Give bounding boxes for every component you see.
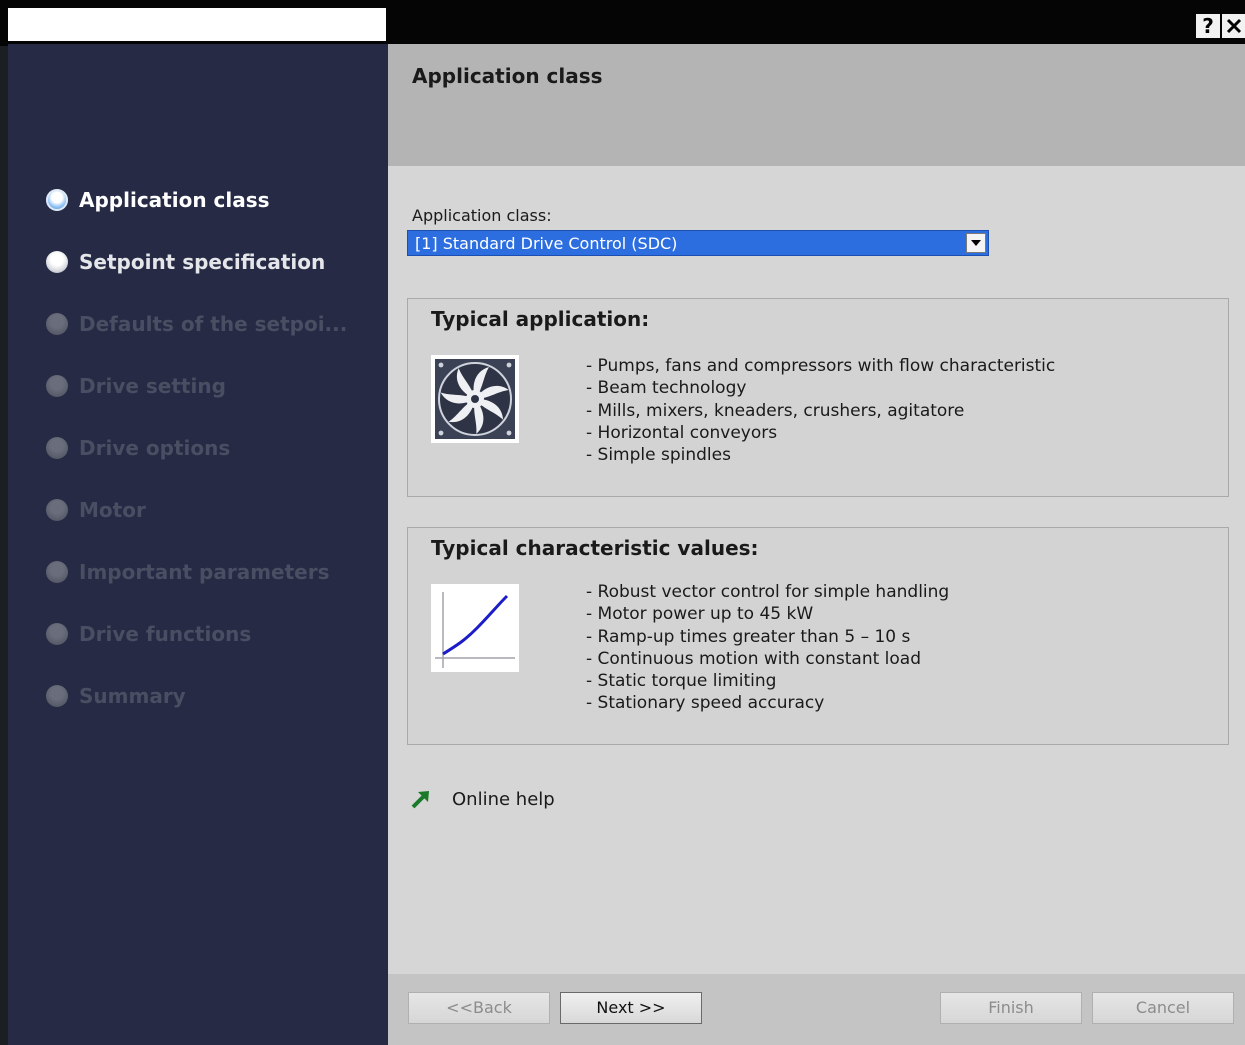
step-disabled-bullet-icon bbox=[46, 313, 68, 335]
step-disabled-bullet-icon bbox=[46, 561, 68, 583]
typical-application-list: - Pumps, fans and compressors with flow … bbox=[586, 355, 1055, 466]
step-label: Motor bbox=[79, 498, 146, 522]
list-item: - Beam technology bbox=[586, 378, 747, 399]
window-title: Commissioning Wizard - (Online) bbox=[18, 14, 324, 35]
step-bullet-icon bbox=[46, 251, 68, 273]
application-class-select[interactable]: [1] Standard Drive Control (SDC) bbox=[407, 230, 989, 256]
fan-icon-graphic bbox=[435, 359, 515, 439]
cancel-button[interactable]: Cancel bbox=[1092, 992, 1234, 1024]
list-item: - Ramp-up times greater than 5 – 10 s bbox=[586, 626, 911, 647]
list-item: - Stationary speed accuracy bbox=[586, 693, 825, 714]
application-class-label: Application class: bbox=[412, 206, 552, 225]
characteristic-curve-graphic bbox=[435, 592, 515, 668]
step-label: Drive setting bbox=[79, 374, 226, 398]
step-disabled-bullet-icon bbox=[46, 375, 68, 397]
step-drive-setting: Drive setting bbox=[46, 368, 226, 404]
step-application-class[interactable]: Application class bbox=[46, 182, 270, 218]
step-summary: Summary bbox=[46, 678, 186, 714]
step-important-parameters: Important parameters bbox=[46, 554, 330, 590]
list-item: - Horizontal conveyors bbox=[586, 422, 778, 443]
finish-button[interactable]: Finish bbox=[940, 992, 1082, 1024]
page-header: Application class bbox=[388, 44, 1245, 166]
green-arrow-icon bbox=[411, 791, 429, 809]
back-button[interactable]: <<Back bbox=[408, 992, 550, 1024]
step-disabled-bullet-icon bbox=[46, 499, 68, 521]
close-icon bbox=[1226, 18, 1242, 34]
typical-values-list: - Robust vector control for simple handl… bbox=[586, 581, 949, 715]
list-item: - Robust vector control for simple handl… bbox=[586, 582, 950, 602]
step-disabled-bullet-icon bbox=[46, 685, 68, 707]
step-label: Drive functions bbox=[79, 622, 252, 646]
list-item: - Static torque limiting bbox=[586, 671, 777, 692]
list-item: - Motor power up to 45 kW bbox=[586, 604, 814, 625]
online-help-link[interactable]: Online help bbox=[410, 788, 555, 810]
application-class-value: [1] Standard Drive Control (SDC) bbox=[415, 234, 678, 253]
help-button[interactable]: ? bbox=[1196, 14, 1220, 38]
main-panel: Application class Application class: [1]… bbox=[388, 44, 1245, 1045]
step-label: Application class bbox=[79, 188, 270, 212]
step-label: Summary bbox=[79, 684, 186, 708]
list-item: - Pumps, fans and compressors with flow … bbox=[586, 356, 1056, 376]
step-disabled-bullet-icon bbox=[46, 623, 68, 645]
group-title: Typical characteristic values: bbox=[431, 536, 759, 560]
wizard-footer: <<Back Next >> Finish Cancel bbox=[388, 974, 1245, 1045]
step-drive-options: Drive options bbox=[46, 430, 230, 466]
page-title: Application class bbox=[412, 64, 603, 88]
step-disabled-bullet-icon bbox=[46, 437, 68, 459]
close-button[interactable] bbox=[1222, 14, 1245, 38]
step-label: Drive options bbox=[79, 436, 231, 460]
fan-icon bbox=[431, 355, 519, 443]
group-title: Typical application: bbox=[431, 307, 650, 331]
step-motor: Motor bbox=[46, 492, 146, 528]
step-label: Defaults of the setpoi... bbox=[79, 312, 348, 336]
list-item: - Simple spindles bbox=[586, 445, 731, 466]
next-button[interactable]: Next >> bbox=[560, 992, 702, 1024]
typical-values-group: Typical characteristic values: - Robust … bbox=[407, 527, 1229, 745]
characteristic-curve-icon bbox=[431, 584, 519, 672]
step-active-bullet-icon bbox=[46, 189, 68, 211]
list-item: - Mills, mixers, kneaders, crushers, agi… bbox=[586, 400, 965, 421]
step-label: Setpoint specification bbox=[79, 250, 326, 274]
wizard-steps-sidebar: Application class Setpoint specification… bbox=[8, 44, 388, 1045]
list-item: - Continuous motion with constant load bbox=[586, 648, 921, 669]
step-defaults-of-setpoint: Defaults of the setpoi... bbox=[46, 306, 347, 342]
online-help-label: Online help bbox=[452, 788, 555, 810]
step-setpoint-specification[interactable]: Setpoint specification bbox=[46, 244, 325, 280]
step-label: Important parameters bbox=[79, 560, 330, 584]
chevron-down-icon[interactable] bbox=[966, 233, 986, 253]
step-drive-functions: Drive functions bbox=[46, 616, 251, 652]
title-bar: Commissioning Wizard - (Online) ? bbox=[0, 0, 1245, 46]
typical-application-group: Typical application: - Pumps, fans and c… bbox=[407, 298, 1229, 497]
